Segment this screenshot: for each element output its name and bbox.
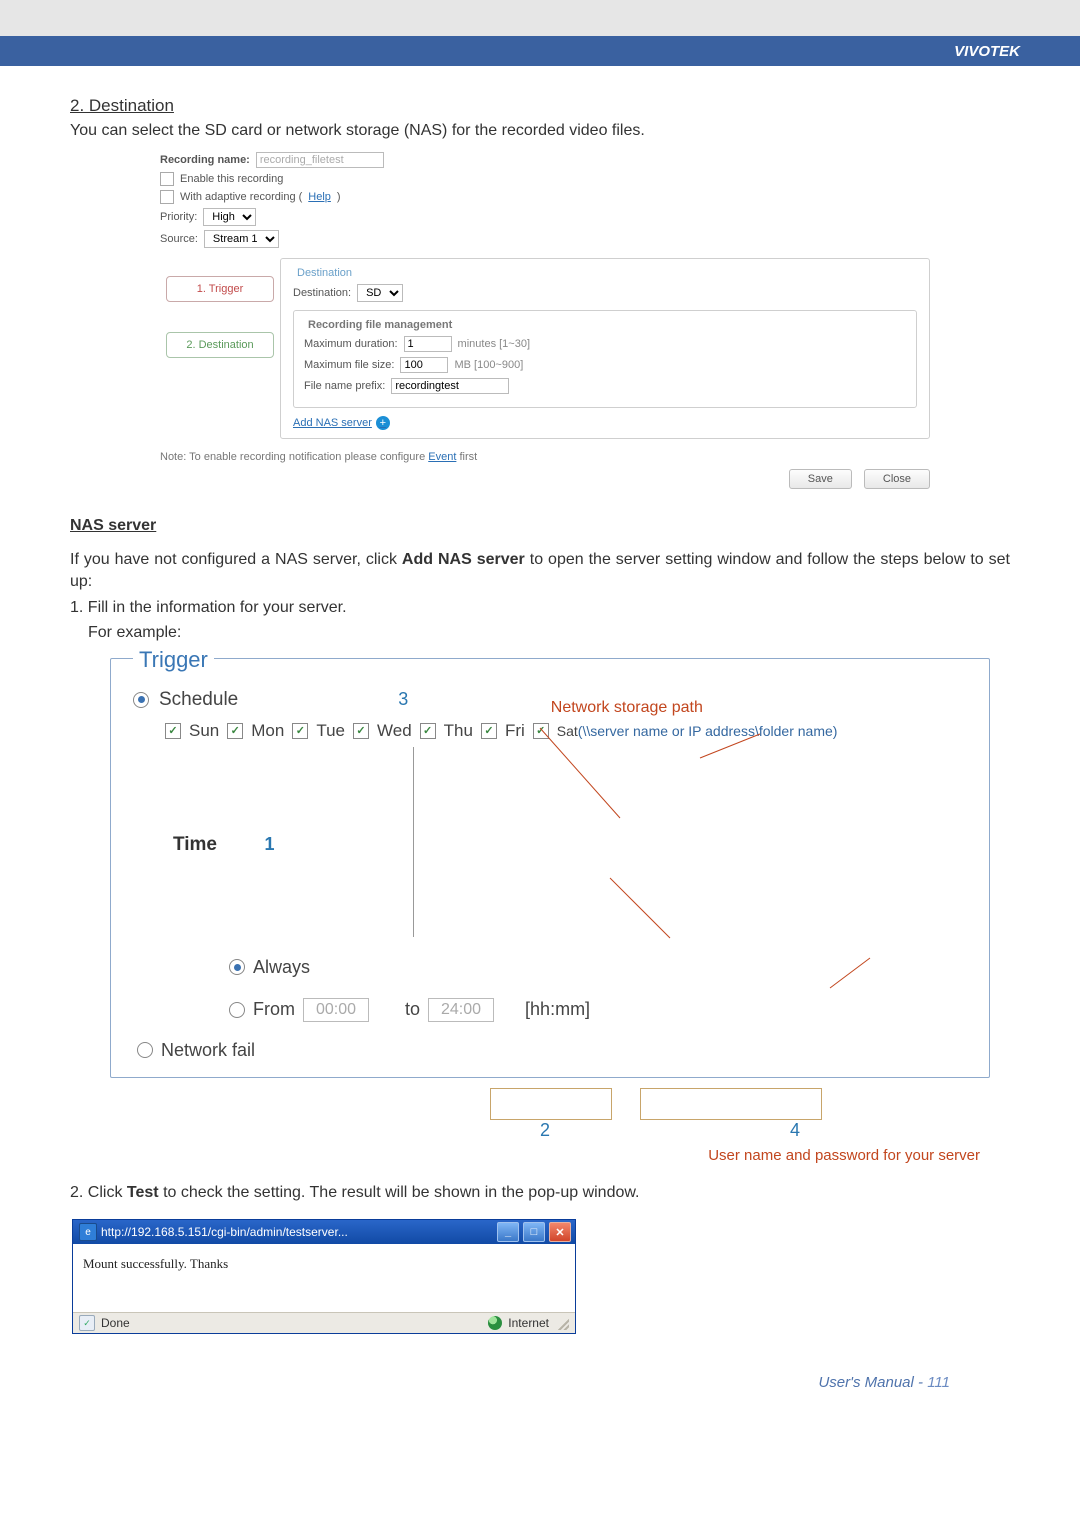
- divider-line: [413, 747, 414, 937]
- recording-file-mgmt-legend: Recording file management: [304, 319, 456, 331]
- network-storage-path-hint: Sat(\\server name or IP address\folder n…: [557, 723, 838, 739]
- callout-3: 3: [398, 689, 408, 710]
- hhmm-label: [hh:mm]: [525, 999, 590, 1020]
- nas-intro: If you have not configured a NAS server,…: [70, 549, 1010, 592]
- mon-checkbox[interactable]: [227, 723, 243, 739]
- recording-file-mgmt-fieldset: Recording file management Maximum durati…: [293, 310, 917, 408]
- wed-checkbox[interactable]: [353, 723, 369, 739]
- from-radio[interactable]: [229, 1002, 245, 1018]
- always-radio[interactable]: [229, 959, 245, 975]
- maximize-button[interactable]: □: [523, 1222, 545, 1242]
- brand-bar: VIVOTEK: [0, 36, 1080, 66]
- priority-label: Priority:: [160, 211, 197, 223]
- userpw-caption: User name and password for your server: [110, 1147, 980, 1164]
- max-duration-suffix: minutes [1~30]: [458, 338, 530, 350]
- nas-server-heading: NAS server: [70, 517, 1010, 535]
- trigger-screenshot-wrap: Trigger Schedule 3 Sun Mon Tue Wed Thu F…: [110, 658, 990, 1164]
- minimize-button[interactable]: _: [497, 1222, 519, 1242]
- trigger-legend: Trigger: [133, 647, 214, 673]
- max-size-input[interactable]: [400, 357, 448, 373]
- callout-4: 4: [790, 1120, 800, 1141]
- from-label: From: [253, 999, 295, 1020]
- recording-settings-screenshot: Recording name: Enable this recording Wi…: [160, 152, 930, 489]
- to-time-input[interactable]: [428, 998, 494, 1022]
- top-grey-strip: [0, 0, 1080, 36]
- ie-icon: e: [79, 1223, 97, 1241]
- step-destination-box[interactable]: 2. Destination: [166, 332, 274, 358]
- done-icon: ✓: [79, 1315, 95, 1331]
- help-link[interactable]: Help: [308, 191, 331, 203]
- max-duration-label: Maximum duration:: [304, 338, 398, 350]
- destination-label: Destination:: [293, 287, 351, 299]
- source-label: Source:: [160, 233, 198, 245]
- note-text: Note: To enable recording notification p…: [160, 451, 930, 463]
- network-fail-label: Network fail: [161, 1040, 255, 1061]
- popup-statusbar: ✓ Done Internet: [73, 1312, 575, 1333]
- source-select[interactable]: Stream 1: [204, 230, 279, 248]
- section-title-destination: 2. Destination: [70, 96, 1010, 116]
- nas-step-1-example: For example:: [88, 622, 1010, 644]
- page-footer: User's Manual - 111: [70, 1374, 950, 1391]
- sun-checkbox[interactable]: [165, 723, 181, 739]
- thu-checkbox[interactable]: [420, 723, 436, 739]
- popup-titlebar: e http://192.168.5.151/cgi-bin/admin/tes…: [73, 1220, 575, 1244]
- internet-zone-icon: [488, 1316, 502, 1330]
- status-done: Done: [101, 1316, 130, 1330]
- schedule-radio[interactable]: [133, 692, 149, 708]
- max-size-label: Maximum file size:: [304, 359, 394, 371]
- fri-checkbox[interactable]: [481, 723, 497, 739]
- sat-checkbox[interactable]: [533, 723, 549, 739]
- tue-checkbox[interactable]: [292, 723, 308, 739]
- prefix-label: File name prefix:: [304, 380, 385, 392]
- max-duration-input[interactable]: [404, 336, 452, 352]
- callout-box-2: [490, 1088, 612, 1120]
- event-link[interactable]: Event: [428, 451, 456, 463]
- section-intro: You can select the SD card or network st…: [70, 120, 1010, 142]
- to-label: to: [405, 999, 420, 1020]
- brand-text: VIVOTEK: [954, 43, 1020, 60]
- destination-select[interactable]: SD: [357, 284, 403, 302]
- nas-step-2: 2. Click Test to check the setting. The …: [70, 1182, 1010, 1204]
- adaptive-close: ): [337, 191, 341, 203]
- recording-name-label: Recording name:: [160, 154, 250, 166]
- network-fail-radio[interactable]: [137, 1042, 153, 1058]
- from-time-input[interactable]: [303, 998, 369, 1022]
- enable-recording-label: Enable this recording: [180, 173, 283, 185]
- page-content: 2. Destination You can select the SD car…: [0, 66, 1080, 1441]
- trigger-fieldset: Trigger Schedule 3 Sun Mon Tue Wed Thu F…: [110, 658, 990, 1078]
- popup-body: Mount successfully. Thanks: [73, 1244, 575, 1312]
- save-button[interactable]: Save: [789, 469, 852, 489]
- callout-2: 2: [540, 1120, 550, 1141]
- adaptive-recording-label: With adaptive recording (: [180, 191, 302, 203]
- test-result-popup: e http://192.168.5.151/cgi-bin/admin/tes…: [72, 1219, 576, 1334]
- callout-box-4: [640, 1088, 822, 1120]
- close-window-button[interactable]: ✕: [549, 1222, 571, 1242]
- nas-step-1: 1. Fill in the information for your serv…: [70, 597, 1010, 619]
- step-trigger-box[interactable]: 1. Trigger: [166, 276, 274, 302]
- priority-select[interactable]: High: [203, 208, 256, 226]
- add-nas-server-link[interactable]: Add NAS server +: [293, 416, 390, 430]
- plus-icon: +: [376, 416, 390, 430]
- recording-name-input[interactable]: [256, 152, 384, 168]
- adaptive-recording-checkbox[interactable]: [160, 190, 174, 204]
- destination-legend: Destination: [293, 267, 356, 279]
- popup-title: http://192.168.5.151/cgi-bin/admin/tests…: [101, 1225, 493, 1239]
- resize-grip-icon: [555, 1316, 569, 1330]
- callout-1: 1: [265, 834, 275, 854]
- days-row: Sun Mon Tue Wed Thu Fri Network storage …: [165, 721, 967, 741]
- destination-fieldset: Destination Destination: SD Recording fi…: [280, 258, 930, 439]
- schedule-label: Schedule: [159, 689, 238, 711]
- prefix-input[interactable]: [391, 378, 509, 394]
- max-size-suffix: MB [100~900]: [454, 359, 523, 371]
- enable-recording-checkbox[interactable]: [160, 172, 174, 186]
- close-button[interactable]: Close: [864, 469, 930, 489]
- network-storage-path-label: Network storage path: [551, 699, 703, 717]
- status-zone: Internet: [508, 1316, 549, 1330]
- time-label: Time 1: [173, 834, 393, 856]
- always-label: Always: [253, 957, 310, 978]
